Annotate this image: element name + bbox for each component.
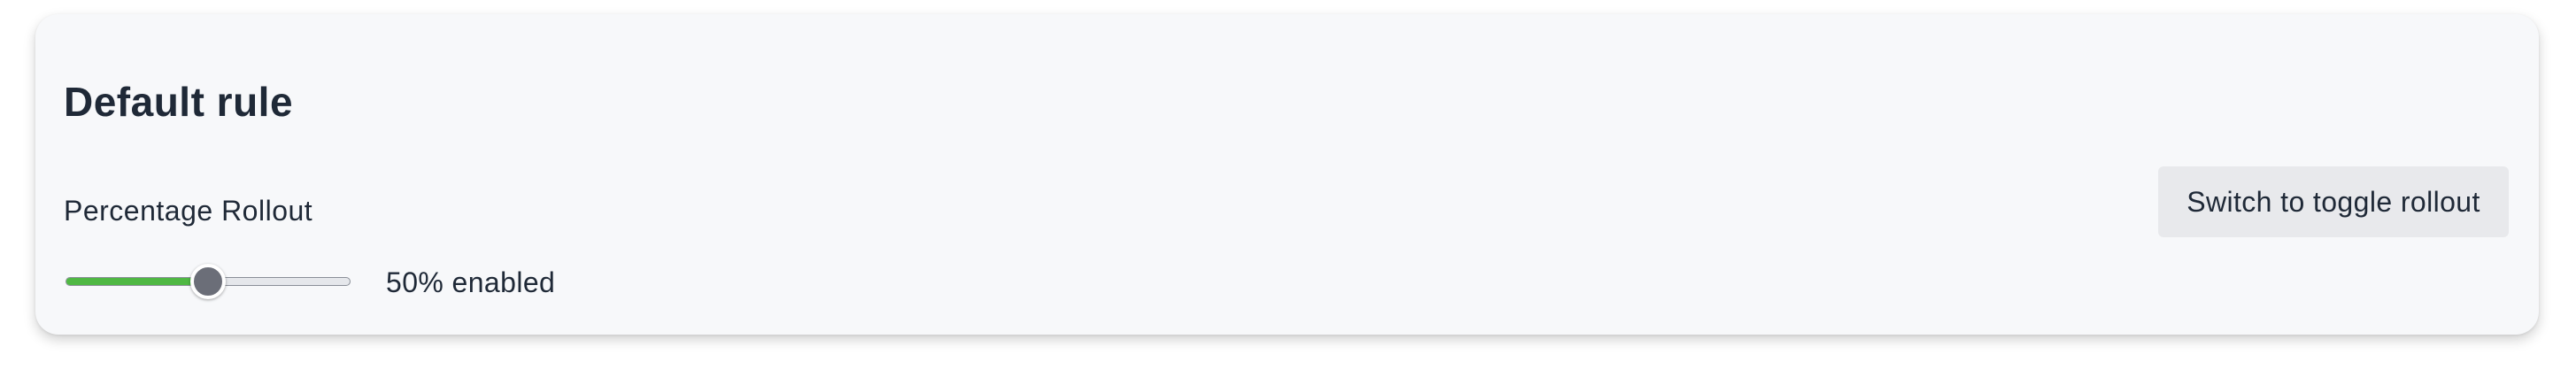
slider-fill <box>66 278 208 285</box>
rollout-slider[interactable] <box>64 264 352 299</box>
card-title: Default rule <box>64 79 294 125</box>
rollout-value-text: 50% enabled <box>386 266 556 298</box>
slider-thumb[interactable] <box>190 264 226 299</box>
switch-to-toggle-rollout-button[interactable]: Switch to toggle rollout <box>2158 166 2509 237</box>
default-rule-card: Default rule Percentage Rollout 50% enab… <box>35 14 2539 335</box>
percentage-rollout-label: Percentage Rollout <box>64 195 313 227</box>
